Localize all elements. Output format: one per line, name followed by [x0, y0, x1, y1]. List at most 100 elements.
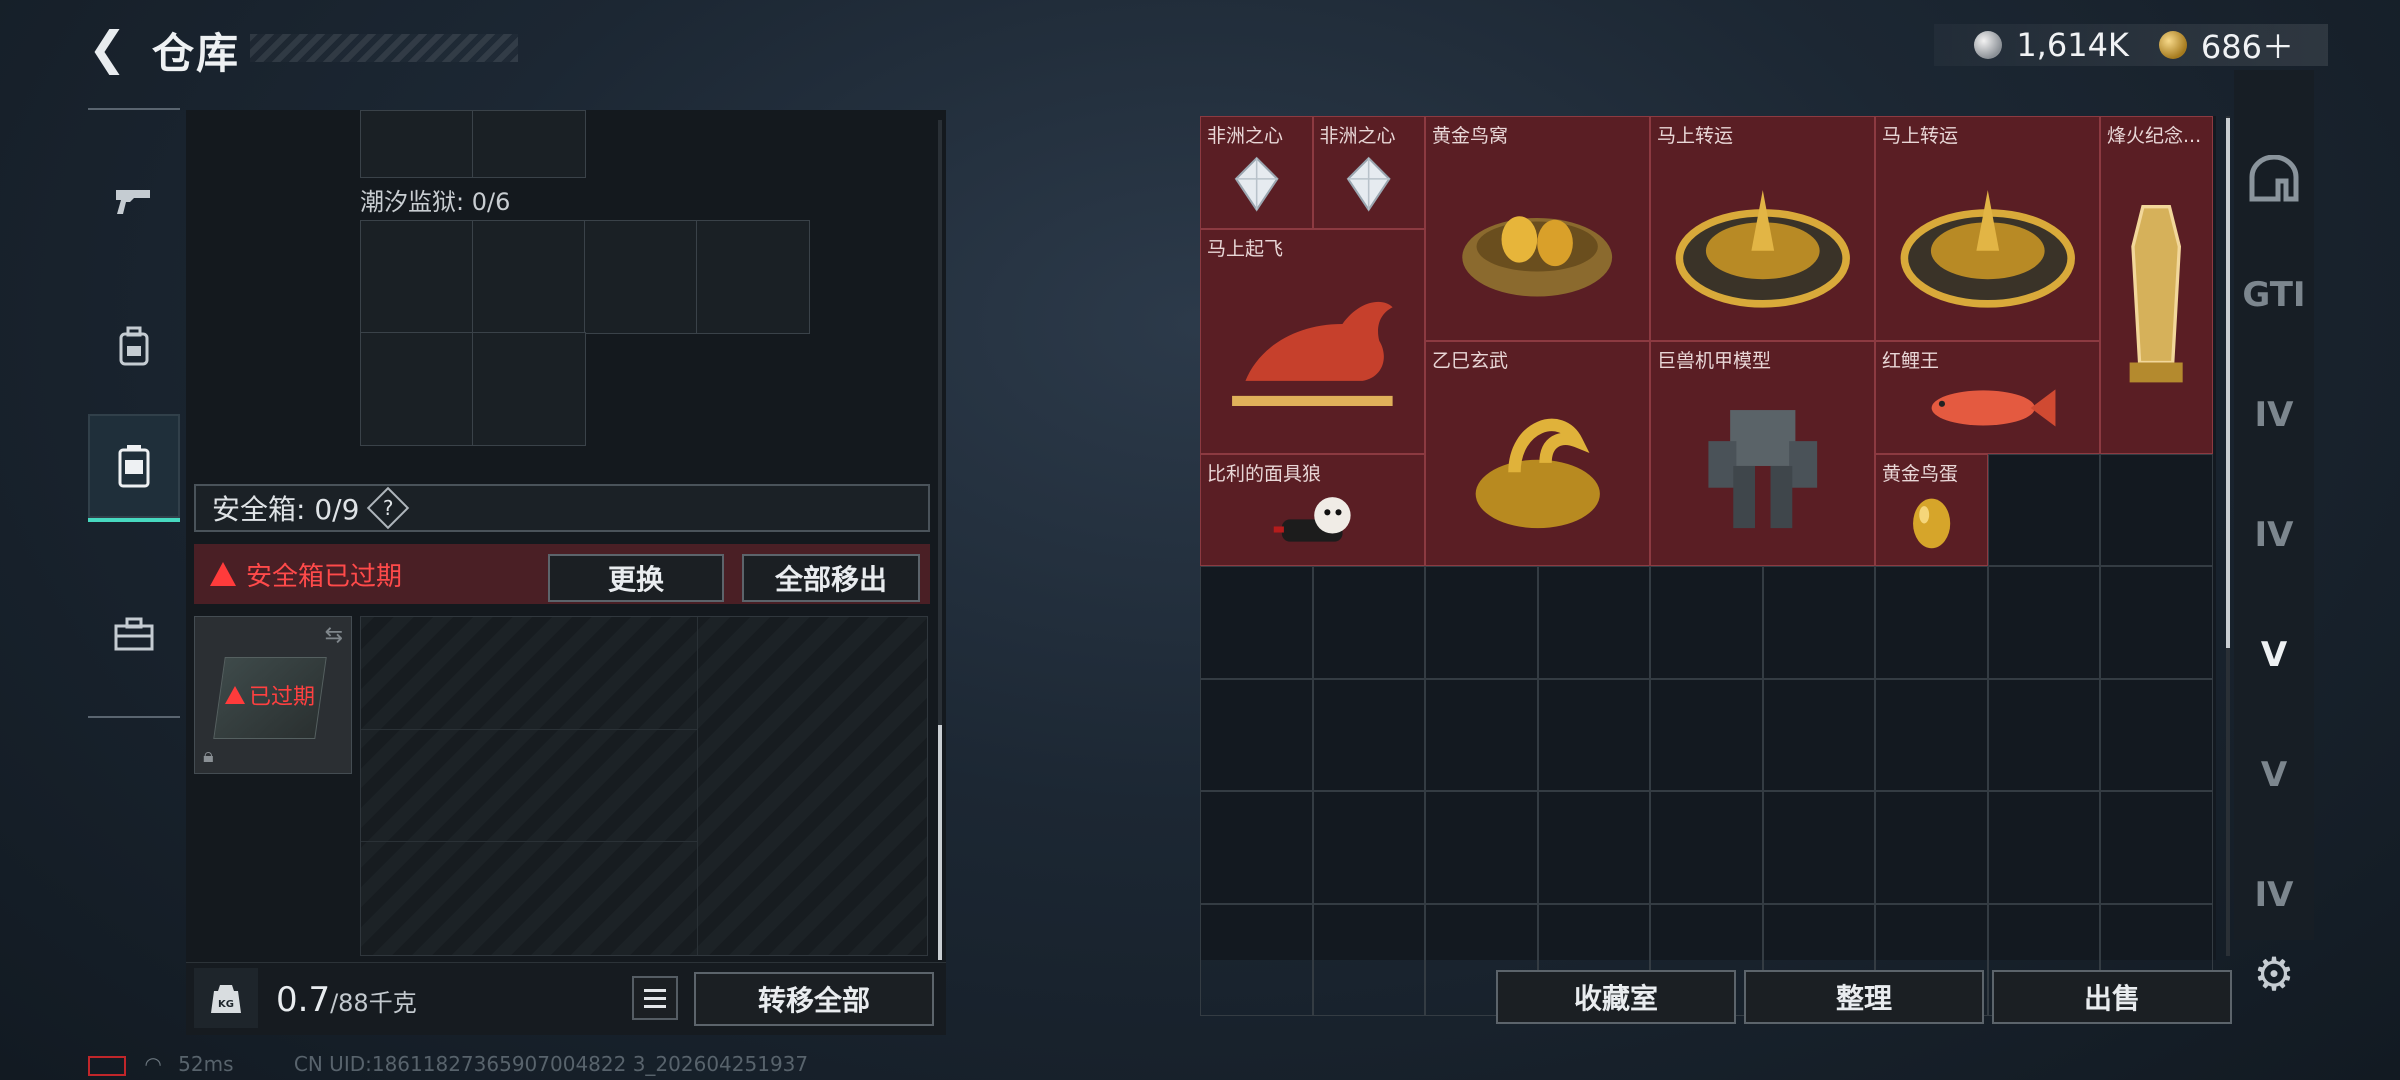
grid-slot[interactable] [1200, 566, 1313, 679]
gti-card-icon: GTI [2242, 275, 2306, 315]
swap-icon: ⇆ [324, 623, 343, 648]
rnav-card-iv[interactable]: IV [2234, 850, 2314, 940]
inventory-item[interactable]: 乙巳玄武 [1425, 341, 1650, 566]
inventory-item[interactable]: 烽火纪念... [2100, 116, 2213, 454]
inventory-item[interactable]: 黄金鸟蛋 [1875, 453, 1988, 566]
grid-slot[interactable] [1650, 678, 1763, 791]
gear-icon[interactable]: ⚙ [2250, 950, 2298, 998]
safebox-locked-area [360, 616, 928, 956]
grid-slot[interactable] [1987, 453, 2100, 566]
gold-dragon-image [1426, 364, 1649, 565]
replace-button[interactable]: 更换 [548, 554, 724, 602]
grid-slot[interactable] [1650, 791, 1763, 904]
diamond-image [1314, 139, 1425, 228]
safebox-label: 安全箱: 0/9 [212, 493, 360, 526]
item-name: 烽火纪念... [2107, 125, 2202, 147]
grid-slot[interactable] [2100, 453, 2213, 566]
rnav-card-v[interactable]: V [2234, 730, 2314, 820]
grid-slot[interactable] [1875, 566, 1988, 679]
grid-slot[interactable] [1537, 791, 1650, 904]
item-name: 马上转运 [1657, 125, 1734, 147]
back-arrow-icon[interactable]: ❮ [88, 22, 136, 74]
inventory-item[interactable]: 马上转运 [1875, 116, 2100, 341]
egg-image [1876, 477, 1987, 566]
grid-slot[interactable] [1537, 678, 1650, 791]
grid-slot[interactable] [1987, 678, 2100, 791]
inventory-item[interactable]: 非洲之心 [1200, 116, 1313, 229]
sell-button[interactable]: 出售 [1992, 970, 2232, 1024]
right-nav: GTI IV IV V V IV [2234, 70, 2314, 940]
grid-slot[interactable] [1650, 566, 1763, 679]
grid-slot[interactable] [1425, 678, 1538, 791]
list-view-button[interactable] [632, 976, 678, 1020]
grid-slot[interactable] [584, 220, 698, 334]
gold-coin-icon [2158, 31, 2187, 59]
grid-slot[interactable] [1762, 678, 1875, 791]
grid-slot[interactable] [696, 220, 810, 334]
grid-slot[interactable] [360, 220, 474, 334]
inventory-item[interactable]: 非洲之心 [1312, 116, 1425, 229]
inventory-item[interactable]: 马上起飞 [1200, 228, 1425, 454]
inventory-item[interactable]: 巨兽机甲模型 [1650, 341, 1875, 566]
diamond-image [1201, 139, 1312, 228]
grid-slot[interactable] [1312, 903, 1425, 1016]
right-scrollbar-thumb[interactable] [2226, 118, 2230, 648]
rnav-folder-2[interactable]: IV [2234, 490, 2314, 580]
organize-button[interactable]: 整理 [1744, 970, 1984, 1024]
warning-icon [210, 562, 236, 586]
rnav-gti[interactable]: GTI [2234, 250, 2314, 340]
ping-text: 52ms [178, 1052, 234, 1076]
inventory-item[interactable]: 马上转运 [1650, 116, 1875, 341]
grid-slot[interactable] [1537, 566, 1650, 679]
weight-current: 0.7 [276, 980, 331, 1020]
rnav-bunker[interactable] [2234, 134, 2314, 224]
grid-slot[interactable] [1200, 678, 1313, 791]
grid-slot[interactable] [472, 110, 586, 178]
collection-room-button[interactable]: 收藏室 [1496, 970, 1736, 1024]
item-name: 马上起飞 [1207, 237, 1284, 260]
safebox-slot[interactable]: 已过期 ⇆ 🔒︎ [194, 616, 352, 774]
grid-slot[interactable] [472, 220, 586, 334]
wifi-icon: ◠ [144, 1052, 162, 1076]
grid-slot[interactable] [1875, 791, 1988, 904]
nav-weapons[interactable] [88, 154, 180, 246]
grid-slot[interactable] [1425, 791, 1538, 904]
grid-slot[interactable] [1200, 791, 1313, 904]
title-decoration [250, 34, 518, 62]
grid-slot[interactable] [1200, 903, 1313, 1016]
inventory-item[interactable]: 比利的面具狼 [1200, 453, 1425, 566]
grid-slot[interactable] [1762, 791, 1875, 904]
gold-currency-value[interactable]: 686＋ [2201, 22, 2294, 68]
inventory-item[interactable]: 红鲤王 [1875, 341, 2100, 454]
item-name: 非洲之心 [1319, 125, 1396, 147]
grid-slot[interactable] [1987, 791, 2100, 904]
grid-slot[interactable] [1312, 566, 1425, 679]
grid-slot[interactable] [2100, 791, 2213, 904]
grid-slot[interactable] [1987, 566, 2100, 679]
nav-toolbox[interactable] [88, 588, 180, 680]
remove-all-button[interactable]: 全部移出 [742, 554, 920, 602]
gun-icon [116, 190, 150, 214]
transfer-all-button[interactable]: 转移全部 [694, 972, 934, 1026]
silver-currency-value: 1,614K [2016, 26, 2129, 64]
nav-container[interactable] [88, 414, 180, 522]
inventory-item[interactable]: 黄金鸟窝 [1425, 116, 1650, 341]
rnav-card-v-active[interactable]: V [2234, 610, 2314, 700]
grid-slot[interactable] [1312, 791, 1425, 904]
grid-slot[interactable] [2100, 678, 2213, 791]
grid-slot[interactable] [2100, 566, 2213, 679]
grid-slot[interactable] [360, 110, 474, 178]
help-icon[interactable]: ? [367, 486, 410, 530]
grid-slot[interactable] [1875, 678, 1988, 791]
nav-backpack[interactable] [88, 300, 180, 392]
trophy-image [2101, 139, 2212, 453]
grid-slot[interactable] [1762, 566, 1875, 679]
grid-slot[interactable] [360, 332, 474, 446]
grid-slot[interactable] [1425, 566, 1538, 679]
grid-slot[interactable] [1312, 678, 1425, 791]
rnav-folder-1[interactable]: IV [2234, 370, 2314, 460]
left-scrollbar-thumb[interactable] [938, 725, 942, 960]
left-nav [88, 108, 180, 718]
expired-warning-text: 安全箱已过期 [246, 561, 403, 592]
grid-slot[interactable] [472, 332, 586, 446]
